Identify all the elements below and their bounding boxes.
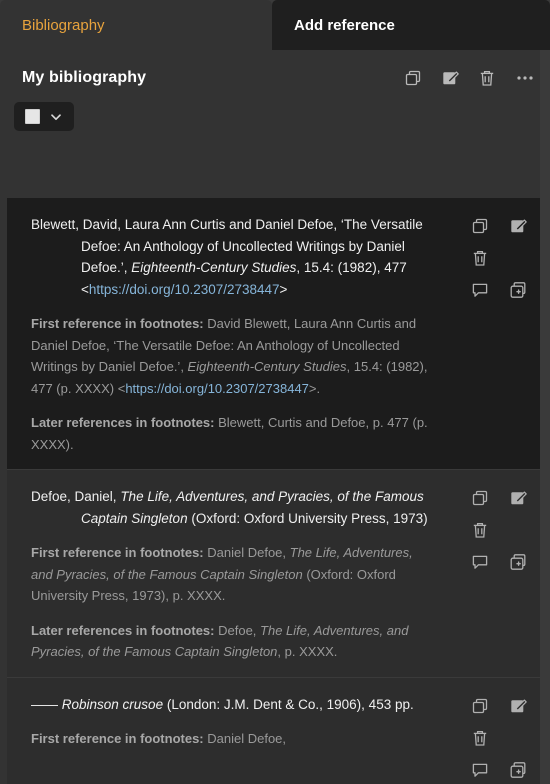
add-note-icon[interactable]: [508, 552, 528, 572]
tab-bibliography-label: Bibliography: [22, 16, 105, 34]
panel-header: My bibliography: [0, 50, 550, 92]
bibliography-entry[interactable]: Defoe, Daniel, The Life, Adventures, and…: [7, 469, 540, 677]
comment-icon[interactable]: [470, 552, 490, 572]
copy-icon[interactable]: [470, 696, 490, 716]
edit-icon[interactable]: [440, 68, 460, 88]
first-footnote-text: First reference in footnotes: David Blew…: [31, 316, 428, 396]
copy-icon[interactable]: [403, 68, 423, 88]
bibliography-panel: My bibliography Blewett, David, Laura An…: [0, 50, 550, 784]
tab-bar: Bibliography Add reference: [0, 0, 550, 50]
bibliography-entry[interactable]: Blewett, David, Laura Ann Curtis and Dan…: [7, 198, 540, 469]
citation-text: —— Robinson crusoe (London: J.M. Dent & …: [31, 696, 414, 712]
edit-icon[interactable]: [508, 488, 528, 508]
edit-icon[interactable]: [508, 696, 528, 716]
add-note-icon[interactable]: [508, 280, 528, 300]
more-icon[interactable]: [514, 68, 536, 88]
trash-icon[interactable]: [477, 68, 497, 88]
later-footnote-text: Later references in footnotes: Defoe, Th…: [31, 622, 409, 660]
trash-icon[interactable]: [470, 248, 490, 268]
bibliography-entry[interactable]: —— Robinson crusoe (London: J.M. Dent & …: [7, 676, 540, 784]
entry-actions: [442, 214, 540, 455]
entry-content: —— Robinson crusoe (London: J.M. Dent & …: [7, 694, 442, 780]
entry-content: Defoe, Daniel, The Life, Adventures, and…: [7, 486, 442, 663]
copy-icon[interactable]: [470, 216, 490, 236]
icon-row-spacer: [508, 520, 528, 540]
copy-icon[interactable]: [470, 488, 490, 508]
bibliography-list[interactable]: Blewett, David, Laura Ann Curtis and Dan…: [7, 198, 540, 784]
icon-row-spacer: [508, 728, 528, 748]
first-footnote-text: First reference in footnotes: Daniel Def…: [31, 545, 413, 603]
select-all-checkbox[interactable]: [25, 109, 40, 124]
vertical-scrollbar[interactable]: [540, 50, 550, 784]
first-footnote-text: First reference in footnotes: Daniel Def…: [31, 731, 287, 746]
list-toolbar: [0, 92, 550, 141]
trash-icon[interactable]: [470, 728, 490, 748]
comment-icon[interactable]: [470, 760, 490, 780]
page-title: My bibliography: [22, 69, 147, 86]
header-actions: [403, 68, 536, 88]
citation-text: Defoe, Daniel, The Life, Adventures, and…: [31, 489, 428, 526]
select-all-dropdown[interactable]: [14, 102, 74, 131]
citation-text: Blewett, David, Laura Ann Curtis and Dan…: [31, 217, 423, 297]
entry-actions: [442, 486, 540, 663]
chevron-down-icon[interactable]: [49, 110, 63, 124]
tab-add-reference[interactable]: Add reference: [272, 0, 550, 50]
later-footnote-text: Later references in footnotes: Blewett, …: [31, 415, 428, 452]
entry-actions: [442, 694, 540, 780]
entry-content: Blewett, David, Laura Ann Curtis and Dan…: [7, 214, 442, 455]
add-note-icon[interactable]: [508, 760, 528, 780]
tab-add-reference-label: Add reference: [294, 16, 395, 34]
trash-icon[interactable]: [470, 520, 490, 540]
comment-icon[interactable]: [470, 280, 490, 300]
tab-bibliography[interactable]: Bibliography: [0, 0, 272, 50]
edit-icon[interactable]: [508, 216, 528, 236]
icon-row-spacer: [508, 248, 528, 268]
